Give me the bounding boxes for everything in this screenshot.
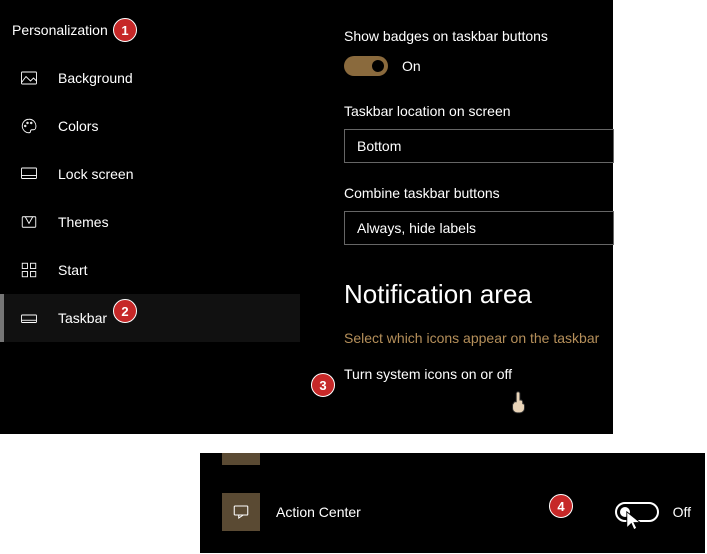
themes-icon (20, 213, 38, 231)
badges-label: Show badges on taskbar buttons (344, 28, 613, 44)
annotation-marker-3: 3 (311, 373, 335, 397)
annotation-marker-2: 2 (113, 299, 137, 323)
annotation-marker-4: 4 (549, 494, 573, 518)
action-center-row: Action Center Off (222, 489, 691, 535)
sidebar-item-label: Colors (58, 118, 98, 134)
taskbar-location-label: Taskbar location on screen (344, 103, 613, 119)
sidebar-item-label: Background (58, 70, 133, 86)
link-select-icons[interactable]: Select which icons appear on the taskbar (344, 330, 613, 346)
action-center-toggle-state: Off (673, 504, 691, 520)
annotation-marker-1: 1 (113, 18, 137, 42)
cursor-arrow-icon (625, 510, 643, 532)
notification-area-heading: Notification area (344, 279, 613, 310)
palette-icon (20, 117, 38, 135)
sidebar-item-start[interactable]: Start (0, 246, 300, 294)
picture-icon (20, 69, 38, 87)
combine-buttons-label: Combine taskbar buttons (344, 185, 613, 201)
taskbar-location-select[interactable]: Bottom (344, 129, 614, 163)
previous-item-fragment (222, 453, 260, 465)
taskbar-icon (20, 309, 38, 327)
taskbar-settings-content: Show badges on taskbar buttons On Taskba… (344, 0, 613, 382)
link-system-icons[interactable]: Turn system icons on or off (344, 366, 613, 382)
sidebar-item-lockscreen[interactable]: Lock screen (0, 150, 300, 198)
action-center-label: Action Center (276, 504, 361, 520)
sidebar-item-label: Taskbar (58, 310, 107, 326)
sidebar-category-title: Personalization (12, 22, 108, 38)
sidebar-item-themes[interactable]: Themes (0, 198, 300, 246)
system-icons-panel: Action Center Off (200, 453, 705, 553)
combine-buttons-select[interactable]: Always, hide labels (344, 211, 614, 245)
sidebar-item-background[interactable]: Background (0, 54, 300, 102)
sidebar-nav: Background Colors Lock screen Themes Sta… (0, 54, 300, 342)
sidebar-item-taskbar[interactable]: Taskbar (0, 294, 300, 342)
toggle-state-label: On (402, 58, 421, 74)
sidebar-item-label: Themes (58, 214, 109, 230)
action-center-icon (222, 493, 260, 531)
start-grid-icon (20, 261, 38, 279)
settings-personalization-panel: Personalization Background Colors Lock s… (0, 0, 613, 434)
toggle-switch-on[interactable] (344, 56, 388, 76)
sidebar-item-colors[interactable]: Colors (0, 102, 300, 150)
sidebar-item-label: Start (58, 262, 88, 278)
lockscreen-icon (20, 165, 38, 183)
cursor-hand-icon (508, 389, 530, 415)
sidebar-item-label: Lock screen (58, 166, 133, 182)
badges-toggle[interactable]: On (344, 56, 421, 76)
